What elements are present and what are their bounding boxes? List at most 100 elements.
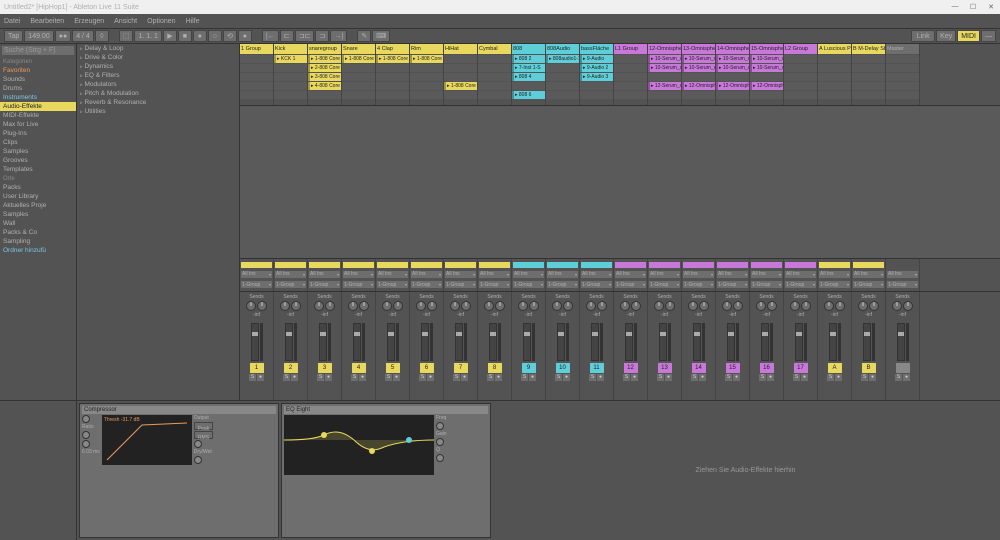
track-color-pad[interactable]: [683, 262, 714, 268]
clip-slot-empty[interactable]: [546, 82, 579, 90]
clip-slot-empty[interactable]: [342, 91, 375, 99]
send-b-knob[interactable]: [529, 301, 539, 311]
record-arm-button[interactable]: ●: [869, 374, 876, 381]
audio-to-dropdown[interactable]: 1-Group: [785, 281, 816, 288]
track-header[interactable]: snaregroup: [308, 44, 341, 54]
volume-fader[interactable]: [523, 323, 531, 361]
record-arm-button[interactable]: ●: [631, 374, 638, 381]
solo-button[interactable]: S: [725, 374, 732, 381]
send-b-knob[interactable]: [257, 301, 267, 311]
audio-from-dropdown[interactable]: All Ins: [275, 271, 306, 278]
send-b-knob[interactable]: [903, 301, 913, 311]
record-arm-button[interactable]: ●: [767, 374, 774, 381]
track-color-pad[interactable]: [887, 262, 918, 268]
solo-button[interactable]: S: [895, 374, 902, 381]
volume-fader[interactable]: [897, 323, 905, 361]
cat-grooves[interactable]: Grooves: [0, 156, 76, 165]
track-color-pad[interactable]: [411, 262, 442, 268]
clip-slot-empty[interactable]: [818, 91, 851, 99]
clip-slot[interactable]: ▸ 808audio1-12s: [546, 55, 579, 63]
cat-sounds[interactable]: Sounds: [0, 75, 76, 84]
record-arm-button[interactable]: ●: [835, 374, 842, 381]
clip-slot-empty[interactable]: [274, 64, 307, 72]
track-color-pad[interactable]: [309, 262, 340, 268]
send-a-knob[interactable]: [552, 301, 562, 311]
track-color-pad[interactable]: [377, 262, 408, 268]
menu-help[interactable]: Hilfe: [186, 18, 200, 25]
clip-slot[interactable]: ▸ 1-808 Core Kit: [308, 55, 341, 63]
clip-slot-empty[interactable]: [784, 73, 817, 81]
tap-tempo-button[interactable]: Tap: [4, 30, 23, 42]
clip-slot-empty[interactable]: [546, 91, 579, 99]
send-a-knob[interactable]: [586, 301, 596, 311]
audio-from-dropdown[interactable]: All Ins: [445, 271, 476, 278]
audio-from-dropdown[interactable]: All Ins: [513, 271, 544, 278]
volume-fader[interactable]: [319, 323, 327, 361]
send-a-knob[interactable]: [382, 301, 392, 311]
file-item[interactable]: Pitch & Modulation: [77, 89, 239, 98]
solo-button[interactable]: S: [385, 374, 392, 381]
clip-slot-empty[interactable]: [580, 82, 613, 90]
cat-plugins[interactable]: Plug-Ins: [0, 129, 76, 138]
send-a-knob[interactable]: [756, 301, 766, 311]
solo-button[interactable]: S: [793, 374, 800, 381]
clip-slot-empty[interactable]: [444, 91, 477, 99]
drywet-knob[interactable]: [194, 456, 202, 464]
audio-from-dropdown[interactable]: All Ins: [683, 271, 714, 278]
send-b-knob[interactable]: [597, 301, 607, 311]
peak-button[interactable]: Peak: [194, 422, 213, 430]
volume-fader[interactable]: [251, 323, 259, 361]
clip-slot[interactable]: ▸ 4-808 Core Kit: [308, 82, 341, 90]
send-a-knob[interactable]: [450, 301, 460, 311]
track-header[interactable]: Rim: [410, 44, 443, 54]
clip-slot[interactable]: ▸ 10-Serum_x64: [750, 64, 783, 72]
clip-slot-empty[interactable]: [546, 64, 579, 72]
cat-max-for-live[interactable]: Max for Live: [0, 120, 76, 129]
volume-fader[interactable]: [557, 323, 565, 361]
track-header[interactable]: 12-Omnisphere: [648, 44, 681, 54]
send-a-knob[interactable]: [790, 301, 800, 311]
audio-from-dropdown[interactable]: All Ins: [411, 271, 442, 278]
cat-instruments[interactable]: Instruments: [0, 93, 76, 102]
clip-slot[interactable]: ▸ 10-Serum_x64: [716, 55, 749, 63]
track-header[interactable]: Kick: [274, 44, 307, 54]
file-item[interactable]: EQ & Filters: [77, 71, 239, 80]
send-a-knob[interactable]: [824, 301, 834, 311]
send-b-knob[interactable]: [563, 301, 573, 311]
record-arm-button[interactable]: ●: [461, 374, 468, 381]
clip-slot[interactable]: ▸ 10-Serum_x64: [750, 55, 783, 63]
punch-out[interactable]: ⊐: [315, 30, 329, 42]
cat-clips[interactable]: Clips: [0, 138, 76, 147]
clip-slot-empty[interactable]: [240, 82, 273, 90]
clip-slot-empty[interactable]: [240, 64, 273, 72]
track-color-pad[interactable]: [241, 262, 272, 268]
audio-to-dropdown[interactable]: 1-Group: [445, 281, 476, 288]
clip-slot-empty[interactable]: [240, 73, 273, 81]
clip-slot[interactable]: ▸ 9-Audio 3: [580, 73, 613, 81]
clip-slot-empty[interactable]: [716, 73, 749, 81]
position-field[interactable]: 1. 1. 1: [134, 30, 161, 42]
track-color-pad[interactable]: [649, 262, 680, 268]
track-number[interactable]: 2: [284, 363, 298, 373]
track-color-pad[interactable]: [445, 262, 476, 268]
clip-slot-empty[interactable]: [478, 82, 511, 90]
track-header[interactable]: B M-Delay Stereo: [852, 44, 885, 54]
clip-slot-empty[interactable]: [240, 91, 273, 99]
clip-slot[interactable]: ▸ 808 2: [512, 55, 545, 63]
clip-slot-empty[interactable]: [818, 73, 851, 81]
file-item[interactable]: Modulators: [77, 80, 239, 89]
keyboard-toggle[interactable]: ⌨: [372, 30, 390, 42]
clip-slot[interactable]: ▸ 808 6: [512, 91, 545, 99]
track-color-pad[interactable]: [581, 262, 612, 268]
audio-from-dropdown[interactable]: All Ins: [785, 271, 816, 278]
clip-slot-empty[interactable]: [784, 55, 817, 63]
track-header[interactable]: A Luscious Plat: [818, 44, 851, 54]
send-b-knob[interactable]: [359, 301, 369, 311]
device-compressor[interactable]: Compressor Ratio 6.03 ms Thresh -31.7 dB…: [79, 403, 279, 538]
audio-to-dropdown[interactable]: 1-Group: [751, 281, 782, 288]
clip-slot-empty[interactable]: [478, 55, 511, 63]
send-b-knob[interactable]: [665, 301, 675, 311]
track-number[interactable]: 8: [488, 363, 502, 373]
drop-hint[interactable]: Ziehen Sie Audio-Effekte hierhin: [493, 403, 998, 538]
track-color-pad[interactable]: [853, 262, 884, 268]
